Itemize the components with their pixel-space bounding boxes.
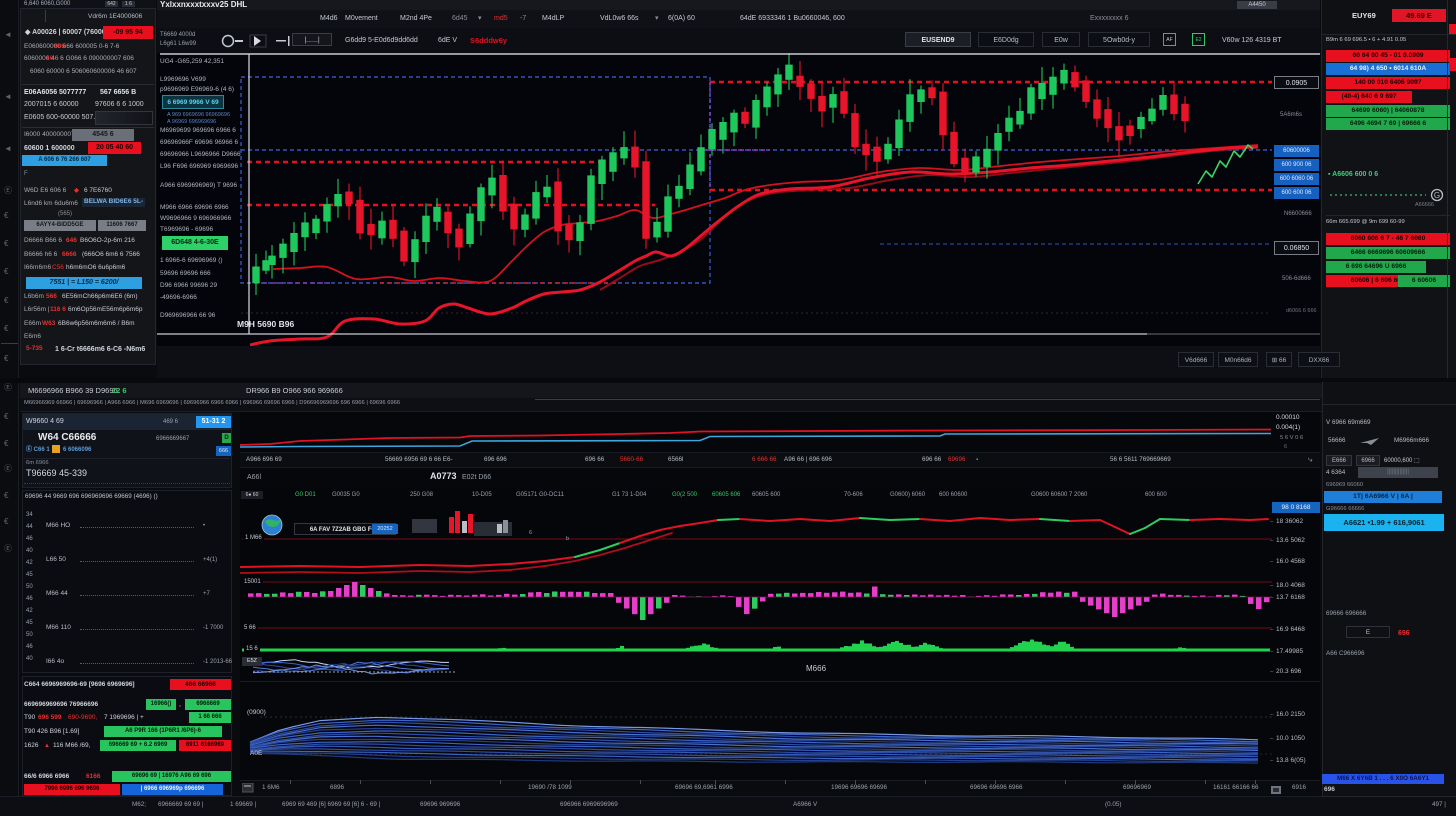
svg-text:G: G: [1434, 191, 1440, 200]
